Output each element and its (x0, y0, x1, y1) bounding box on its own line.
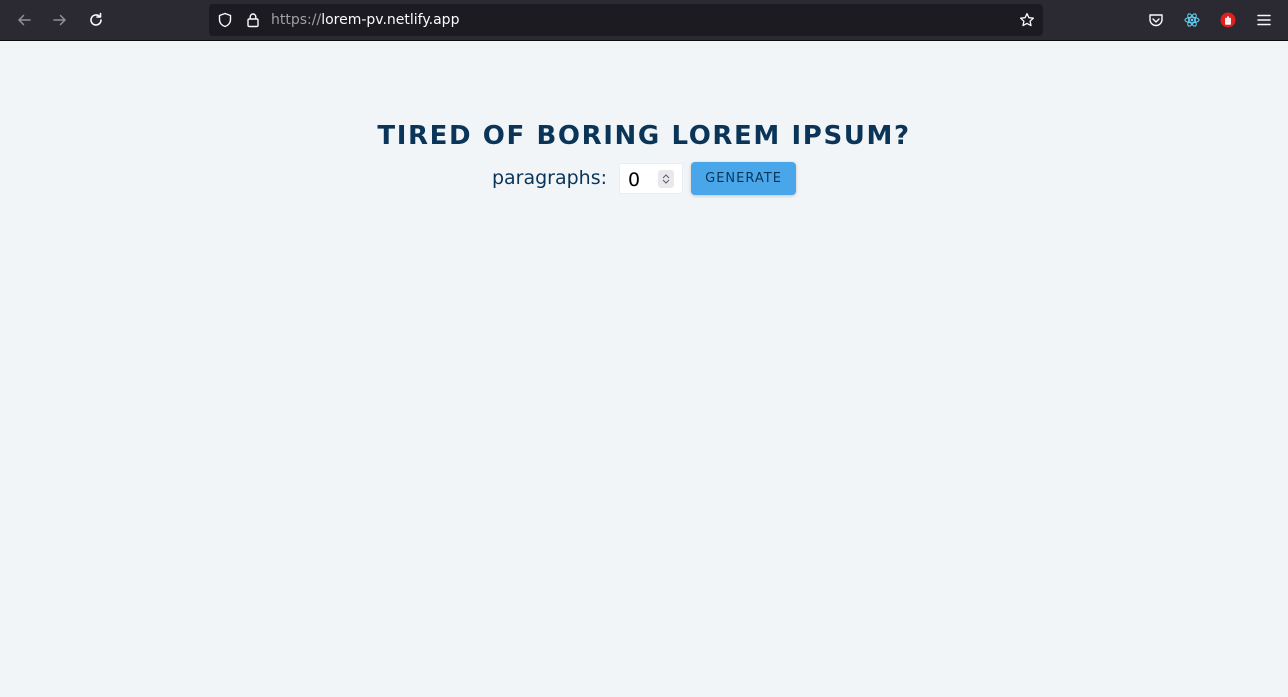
menu-button[interactable] (1250, 6, 1278, 34)
back-button[interactable] (10, 6, 38, 34)
generate-button[interactable]: GENERATE (691, 161, 797, 195)
browser-toolbar: https://lorem-pv.netlify.app (0, 0, 1288, 41)
pocket-icon (1149, 14, 1163, 27)
hamburger-menu-icon (1257, 14, 1271, 26)
lock-icon[interactable] (245, 12, 261, 28)
forward-button[interactable] (46, 6, 74, 34)
arrow-right-icon (53, 14, 66, 26)
arrow-left-icon (18, 14, 31, 26)
paragraphs-input[interactable]: 0 (619, 162, 684, 194)
shield-icon[interactable] (217, 12, 233, 28)
reload-button[interactable] (82, 6, 110, 34)
paragraphs-label: paragraphs: (491, 167, 608, 189)
paragraphs-value: 0 (628, 168, 641, 191)
pocket-button[interactable] (1142, 6, 1170, 34)
url-scheme: https:// (271, 12, 322, 28)
address-bar[interactable]: https://lorem-pv.netlify.app (209, 4, 1043, 36)
number-spinner[interactable] (658, 169, 675, 188)
ublock-button[interactable] (1214, 6, 1242, 34)
chevron-down-icon[interactable] (662, 179, 670, 185)
react-devtools-button[interactable] (1178, 6, 1206, 34)
url-text[interactable]: https://lorem-pv.netlify.app (271, 12, 459, 28)
url-host: lorem-pv.netlify.app (321, 12, 460, 28)
generator-form: paragraphs: 0 GENERATE (0, 161, 1288, 195)
react-icon (1184, 13, 1200, 27)
reload-icon (90, 12, 102, 26)
star-icon[interactable] (1019, 12, 1035, 28)
page-title: TIRED OF BORING LOREM IPSUM? (377, 121, 911, 151)
hand-stop-icon (1220, 12, 1236, 28)
